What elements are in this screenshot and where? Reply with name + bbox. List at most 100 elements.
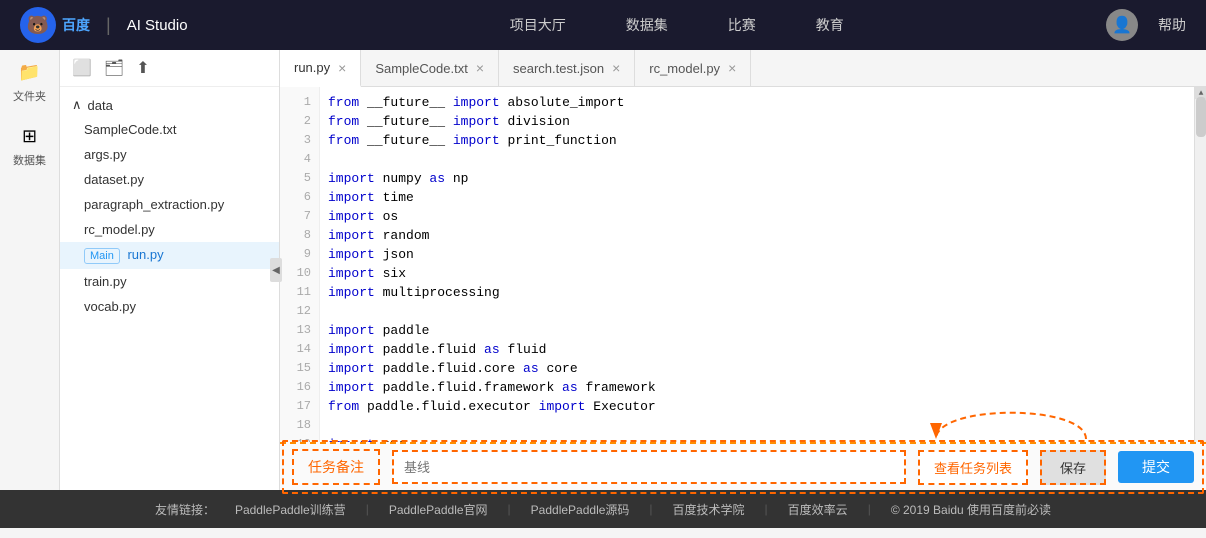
- line-num: 14: [280, 340, 319, 359]
- code-line: [328, 302, 1186, 321]
- footer-prefix: 友情链接：: [155, 501, 215, 518]
- code-line: from __future__ import print_function: [328, 131, 1186, 150]
- footer: 友情链接： PaddlePaddle训练营 | PaddlePaddle官网 |…: [0, 490, 1206, 528]
- line-num: 16: [280, 378, 319, 397]
- sidebar-files-label: 文件夹: [13, 88, 46, 104]
- tab-label: run.py: [294, 60, 330, 75]
- tab-samplecode[interactable]: SampleCode.txt ×: [361, 50, 499, 86]
- line-num: 2: [280, 112, 319, 131]
- list-item[interactable]: SampleCode.txt: [60, 117, 279, 142]
- editor-area: ◀ run.py × SampleCode.txt × search.test.…: [280, 50, 1206, 490]
- main-area: 📁 文件夹 ⊞ 数据集 ⬜ 🗂 ⬆ ∧ data SampleCode.txt …: [0, 50, 1206, 490]
- code-editor[interactable]: 1 2 3 4 5 6 7 8 9 10 11 12 13 14 15 16 1: [280, 87, 1206, 442]
- tab-runpy[interactable]: run.py ×: [280, 50, 361, 87]
- tab-search-test[interactable]: search.test.json ×: [499, 50, 635, 86]
- tab-label: search.test.json: [513, 61, 604, 76]
- line-num: 6: [280, 188, 319, 207]
- line-num: 13: [280, 321, 319, 340]
- list-item[interactable]: args.py: [60, 142, 279, 167]
- code-line: import paddle.fluid as fluid: [328, 340, 1186, 359]
- sidebar-item-files[interactable]: 📁 文件夹: [13, 60, 46, 104]
- footer-separator: |: [649, 502, 652, 516]
- folder-name: data: [88, 98, 113, 113]
- code-line: from __future__ import division: [328, 112, 1186, 131]
- user-avatar[interactable]: 👤: [1106, 9, 1138, 41]
- list-item[interactable]: vocab.py: [60, 294, 279, 319]
- line-num: 15: [280, 359, 319, 378]
- code-line: from __future__ import absolute_import: [328, 93, 1186, 112]
- code-line: import paddle: [328, 321, 1186, 340]
- footer-link-techinstitute[interactable]: 百度技术学院: [673, 501, 745, 518]
- tab-label: SampleCode.txt: [375, 61, 468, 76]
- code-line: import json: [328, 245, 1186, 264]
- code-line: import paddle.fluid.core as core: [328, 359, 1186, 378]
- list-item[interactable]: rc_model.py: [60, 217, 279, 242]
- code-line: import six: [328, 264, 1186, 283]
- line-num: 4: [280, 150, 319, 169]
- footer-separator: |: [508, 502, 511, 516]
- tab-label: rc_model.py: [649, 61, 720, 76]
- upload-icon[interactable]: ⬆: [136, 58, 149, 78]
- grid-icon: ⊞: [18, 124, 42, 148]
- close-icon[interactable]: ×: [612, 61, 620, 75]
- line-num: 1: [280, 93, 319, 112]
- baseline-input[interactable]: [392, 450, 906, 484]
- top-navigation: 🐻 百度 | AI Studio 项目大厅 数据集 比赛 教育 👤 帮助: [0, 0, 1206, 50]
- sidebar-datasets-label: 数据集: [13, 152, 46, 168]
- footer-copyright: © 2019 Baidu 使用百度前必读: [891, 501, 1051, 518]
- footer-link-paddlesource[interactable]: PaddlePaddle源码: [531, 501, 630, 518]
- close-icon[interactable]: ×: [728, 61, 736, 75]
- nav-datasets[interactable]: 数据集: [626, 15, 668, 35]
- scrollbar-vertical[interactable]: ▲ ▼: [1194, 87, 1206, 442]
- data-folder[interactable]: ∧ data: [60, 93, 279, 117]
- task-note-label: 任务备注: [292, 449, 380, 485]
- submit-button[interactable]: 提交: [1118, 451, 1194, 483]
- code-line: import multiprocessing: [328, 283, 1186, 302]
- left-sidebar: 📁 文件夹 ⊞ 数据集: [0, 50, 60, 490]
- code-line: [328, 416, 1186, 435]
- footer-separator: |: [868, 502, 871, 516]
- view-tasks-button[interactable]: 查看任务列表: [918, 450, 1028, 485]
- scrollbar-thumb[interactable]: [1196, 97, 1206, 137]
- footer-link-paddlecamp[interactable]: PaddlePaddle训练营: [235, 501, 346, 518]
- list-item[interactable]: paragraph_extraction.py: [60, 192, 279, 217]
- code-line: import time: [328, 188, 1186, 207]
- nav-divider: |: [106, 15, 111, 36]
- code-line: [328, 150, 1186, 169]
- list-item[interactable]: train.py: [60, 269, 279, 294]
- line-num: 5: [280, 169, 319, 188]
- tab-rcmodel[interactable]: rc_model.py ×: [635, 50, 751, 86]
- line-num: 12: [280, 302, 319, 321]
- save-button[interactable]: 保存: [1040, 450, 1106, 485]
- file-tree-content: ∧ data SampleCode.txt args.py dataset.py…: [60, 87, 279, 490]
- line-num: 19: [280, 435, 319, 442]
- help-link[interactable]: 帮助: [1158, 15, 1186, 35]
- bottom-panel: 任务备注 查看任务列表 保存 提交: [280, 442, 1206, 490]
- close-icon[interactable]: ×: [338, 61, 346, 75]
- list-item-runpy[interactable]: Main run.py: [60, 242, 279, 269]
- line-num: 10: [280, 264, 319, 283]
- code-line: import paddle.fluid.framework as framewo…: [328, 378, 1186, 397]
- ai-studio-label: AI Studio: [127, 17, 188, 34]
- footer-link-efficiency[interactable]: 百度效率云: [788, 501, 848, 518]
- line-num: 11: [280, 283, 319, 302]
- nav-projects[interactable]: 项目大厅: [510, 15, 566, 35]
- new-folder-icon[interactable]: 🗂: [104, 58, 124, 78]
- footer-link-paddleofficial[interactable]: PaddlePaddle官网: [389, 501, 488, 518]
- folder-icon: 📁: [18, 60, 42, 84]
- new-file-icon[interactable]: ⬜: [72, 58, 92, 78]
- nav-competition[interactable]: 比赛: [728, 15, 756, 35]
- close-icon[interactable]: ×: [476, 61, 484, 75]
- footer-separator: |: [765, 502, 768, 516]
- line-num: 18: [280, 416, 319, 435]
- list-item[interactable]: dataset.py: [60, 167, 279, 192]
- nav-links: 项目大厅 数据集 比赛 教育: [248, 15, 1106, 35]
- nav-education[interactable]: 教育: [816, 15, 844, 35]
- sidebar-item-datasets[interactable]: ⊞ 数据集: [13, 124, 46, 168]
- main-badge: Main: [84, 248, 120, 264]
- baidu-bear-icon: 🐻: [20, 7, 56, 43]
- chevron-down-icon: ∧: [72, 97, 82, 113]
- collapse-panel-arrow[interactable]: ◀: [270, 258, 282, 282]
- line-num: 3: [280, 131, 319, 150]
- code-line: import sys: [328, 435, 1186, 442]
